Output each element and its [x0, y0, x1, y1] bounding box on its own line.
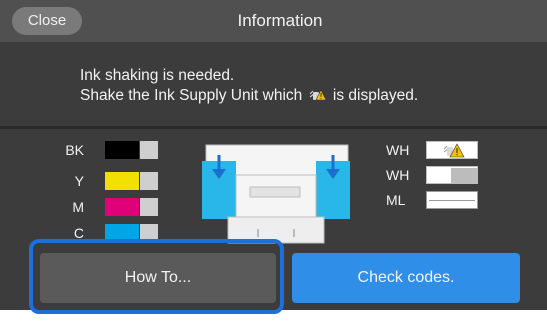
ink-row-ml: ML [386, 191, 486, 209]
message-line-2-end: is displayed. [332, 87, 419, 104]
ink-row-m: M [62, 198, 172, 216]
ink-label: ML [386, 192, 406, 208]
message-line-1: Ink shaking is needed. [80, 67, 235, 84]
ink-shake-message: Ink shaking is needed. Shake the Ink Sup… [80, 66, 418, 106]
header-bar: Close Information [0, 0, 547, 42]
ink-label: WH [386, 167, 410, 183]
ink-shake-warning-icon [443, 143, 465, 158]
close-button[interactable]: Close [12, 7, 82, 35]
divider [0, 126, 547, 129]
ink-level-bar [105, 172, 139, 190]
ink-level-bar [426, 141, 478, 159]
how-to-highlight [29, 239, 284, 314]
ink-label: WH [386, 142, 410, 158]
ink-row-y: Y [62, 172, 172, 190]
ink-empty-segment [451, 168, 477, 184]
ink-label: M [72, 199, 84, 215]
ink-level-bar [426, 191, 478, 209]
printer-illustration [198, 137, 356, 247]
ink-shake-warning-icon [309, 88, 327, 102]
ink-label: BK [65, 142, 84, 158]
check-codes-button[interactable]: Check codes. [292, 253, 520, 303]
ink-empty-segment [140, 198, 158, 216]
message-line-2: Shake the Ink Supply Unit which is displ… [80, 86, 418, 106]
ink-level-bar [105, 141, 139, 159]
ink-empty-segment [140, 172, 158, 190]
ink-label: Y [74, 173, 84, 189]
screen-title: Information [237, 11, 323, 30]
message-line-2-start: Shake the Ink Supply Unit which [80, 87, 303, 104]
ink-level-bar [105, 198, 139, 216]
ink-level-line [429, 200, 475, 201]
ink-row-wh-1: WH [386, 141, 486, 159]
ink-row-wh-2: WH [386, 166, 486, 184]
ink-row-bk: BK [62, 141, 172, 159]
ink-level-bar [426, 166, 478, 184]
ink-empty-segment [140, 141, 158, 159]
